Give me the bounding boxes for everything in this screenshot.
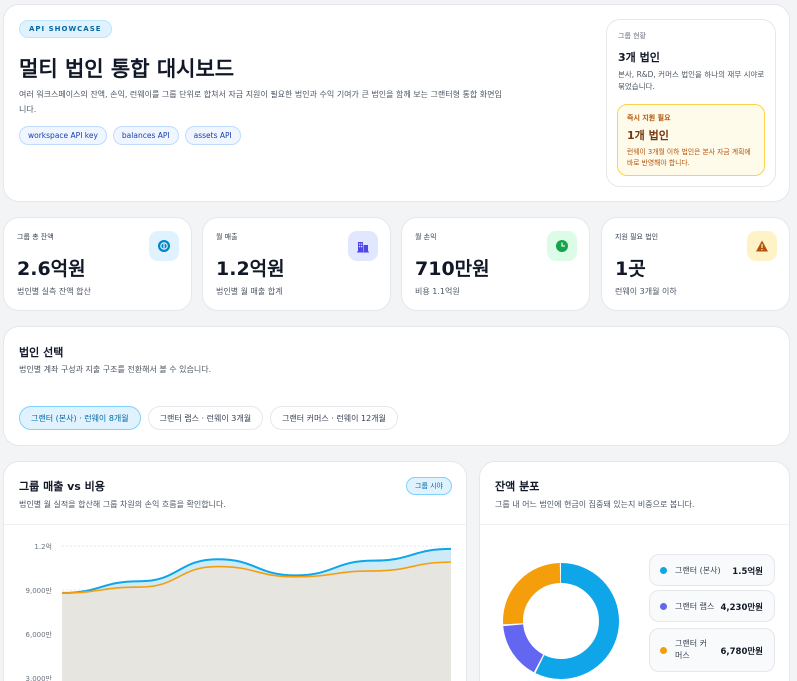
legend-value: 4,230만원 xyxy=(720,603,763,613)
stat-sub: 런웨이 3개월 이하 xyxy=(615,287,677,296)
support-alert-label: 즉시 지원 필요 xyxy=(627,114,671,122)
stat-card-monthly-revenue: 월 매출 1.2억원 법인별 월 매출 합계 xyxy=(202,217,391,311)
entity-pill-commerce[interactable]: 그랜터 커머스 · 런웨이 12개월 xyxy=(270,406,398,430)
legend-item-hq[interactable]: 그랜터 (본사) 1.5억원 xyxy=(649,554,775,586)
support-alert: 즉시 지원 필요 1개 법인 런웨이 3개월 이하 법인은 본사 자금 계획에 … xyxy=(617,104,765,176)
stat-card-monthly-profit: 월 손익 710만원 비용 1.1억원 xyxy=(401,217,590,311)
balance-divider xyxy=(480,524,789,525)
legend-name: 그랜터 커머스 xyxy=(675,639,707,660)
legend-value: 6,780만원 xyxy=(720,647,763,657)
entity-filter-card: 법인 선택 법인별 계좌 구성과 지출 구조를 전환해서 볼 수 있습니다. 그… xyxy=(3,326,790,446)
entity-pill-labs[interactable]: 그랜터 랩스 · 런웨이 3개월 xyxy=(147,406,264,430)
entity-pill-group: 그랜터 (본사) · 런웨이 8개월 그랜터 랩스 · 런웨이 3개월 그랜터 … xyxy=(19,406,398,430)
stat-value: 1곳 xyxy=(615,258,646,280)
stat-value: 1.2억원 xyxy=(216,258,285,280)
legend-dot xyxy=(660,603,667,610)
support-alert-sub: 런웨이 3개월 이하 법인은 본사 자금 계획에 바로 반영해야 합니다. xyxy=(627,148,751,167)
page-description: 여러 워크스페이스의 잔액, 손익, 런웨이를 그룹 단위로 합쳐서 자금 지원… xyxy=(19,90,502,114)
chip-workspace-api-key[interactable]: workspace API key xyxy=(19,126,107,145)
legend-item-labs[interactable]: 그랜터 랩스 4,230만원 xyxy=(649,590,775,622)
stat-card-total-balance: 그룹 총 잔액 2.6억원 법인별 실측 잔액 합산 xyxy=(3,217,192,311)
legend-dot xyxy=(660,567,667,574)
balance-sub: 그룹 내 어느 법인에 현금이 집중돼 있는지 비중으로 봅니다. xyxy=(495,500,695,509)
chart-title: 그룹 매출 vs 비용 xyxy=(19,480,105,493)
entity-pill-hq[interactable]: 그랜터 (본사) · 런웨이 8개월 xyxy=(19,406,141,430)
stat-sub: 법인별 월 매출 합계 xyxy=(216,287,283,296)
stat-label: 월 매출 xyxy=(216,233,238,241)
api-showcase-badge: API SHOWCASE xyxy=(19,20,112,38)
group-status-label: 그룹 현황 xyxy=(618,32,646,40)
group-status-panel: 그룹 현황 3개 법인 본사, R&D, 커머스 법인을 하나의 재무 시야로 … xyxy=(606,19,776,187)
stat-sub: 법인별 실측 잔액 합산 xyxy=(17,287,91,296)
chip-balances-api[interactable]: balances API xyxy=(112,126,179,145)
y-tick-label: 3,000만 xyxy=(26,674,53,681)
balance-title: 잔액 분포 xyxy=(495,480,540,493)
balance-donut-chart xyxy=(503,563,619,679)
filter-sub: 법인별 계좌 구성과 지출 구조를 전환해서 볼 수 있습니다. xyxy=(19,365,212,374)
chart-sub: 법인별 월 실적을 합산해 그룹 차원의 손익 흐름을 확인합니다. xyxy=(19,500,226,509)
group-status-value: 3개 법인 xyxy=(618,51,660,64)
building-icon xyxy=(348,231,378,261)
legend-item-commerce[interactable]: 그랜터 커머스 6,780만원 xyxy=(649,628,775,672)
y-tick-label: 1.2억 xyxy=(34,543,52,551)
y-tick-label: 9,000만 xyxy=(26,586,53,595)
group-status-sub: 본사, R&D, 커머스 법인을 하나의 재무 시야로 묶었습니다. xyxy=(618,70,765,91)
hero-card: API SHOWCASE 멀티 법인 통합 대시보드 여러 워크스페이스의 잔액… xyxy=(3,4,790,202)
filter-title: 법인 선택 xyxy=(19,346,64,359)
chip-assets-api[interactable]: assets API xyxy=(184,126,241,145)
stat-value: 710만원 xyxy=(415,258,490,280)
api-chips: workspace API key balances API assets AP… xyxy=(19,126,241,145)
stat-card-support-needed: 지원 필요 법인 1곳 런웨이 3개월 이하 xyxy=(601,217,790,311)
stat-label: 그룹 총 잔액 xyxy=(17,233,54,241)
legend-name: 그랜터 (본사) xyxy=(675,566,721,575)
clock-icon xyxy=(547,231,577,261)
warning-icon xyxy=(747,231,777,261)
legend-dot xyxy=(660,647,667,654)
stat-value: 2.6억원 xyxy=(17,258,86,280)
legend-value: 1.5억원 xyxy=(732,567,763,577)
revenue-cost-card: 그룹 매출 vs 비용 법인별 월 실적을 합산해 그룹 차원의 손익 흐름을 … xyxy=(3,461,467,681)
support-alert-value: 1개 법인 xyxy=(627,129,669,142)
coin-icon xyxy=(149,231,179,261)
revenue-cost-chart: 1.2억 9,000만 6,000만 3,000만 xyxy=(26,543,452,681)
legend-name: 그랜터 랩스 xyxy=(675,602,715,611)
stat-sub: 비용 1.1억원 xyxy=(415,287,460,296)
stat-label: 지원 필요 법인 xyxy=(615,233,659,241)
y-tick-label: 6,000만 xyxy=(26,630,53,639)
balance-distribution-card: 잔액 분포 그룹 내 어느 법인에 현금이 집중돼 있는지 비중으로 봅니다. … xyxy=(479,461,790,681)
stat-label: 월 손익 xyxy=(415,233,437,241)
page-title: 멀티 법인 통합 대시보드 xyxy=(19,57,235,81)
group-view-badge[interactable]: 그룹 시야 xyxy=(406,477,452,495)
cost-area xyxy=(62,562,451,681)
